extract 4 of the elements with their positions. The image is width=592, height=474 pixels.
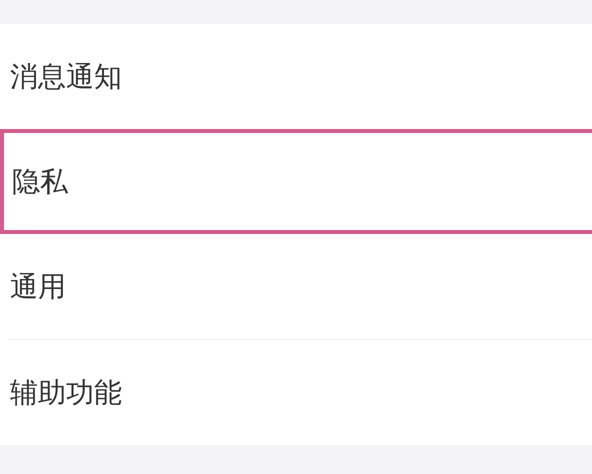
- settings-item[interactable]: 隐私: [0, 129, 592, 234]
- settings-item[interactable]: 辅助功能: [0, 340, 592, 445]
- settings-item[interactable]: 消息通知: [0, 24, 592, 129]
- settings-item[interactable]: 通用: [0, 234, 592, 339]
